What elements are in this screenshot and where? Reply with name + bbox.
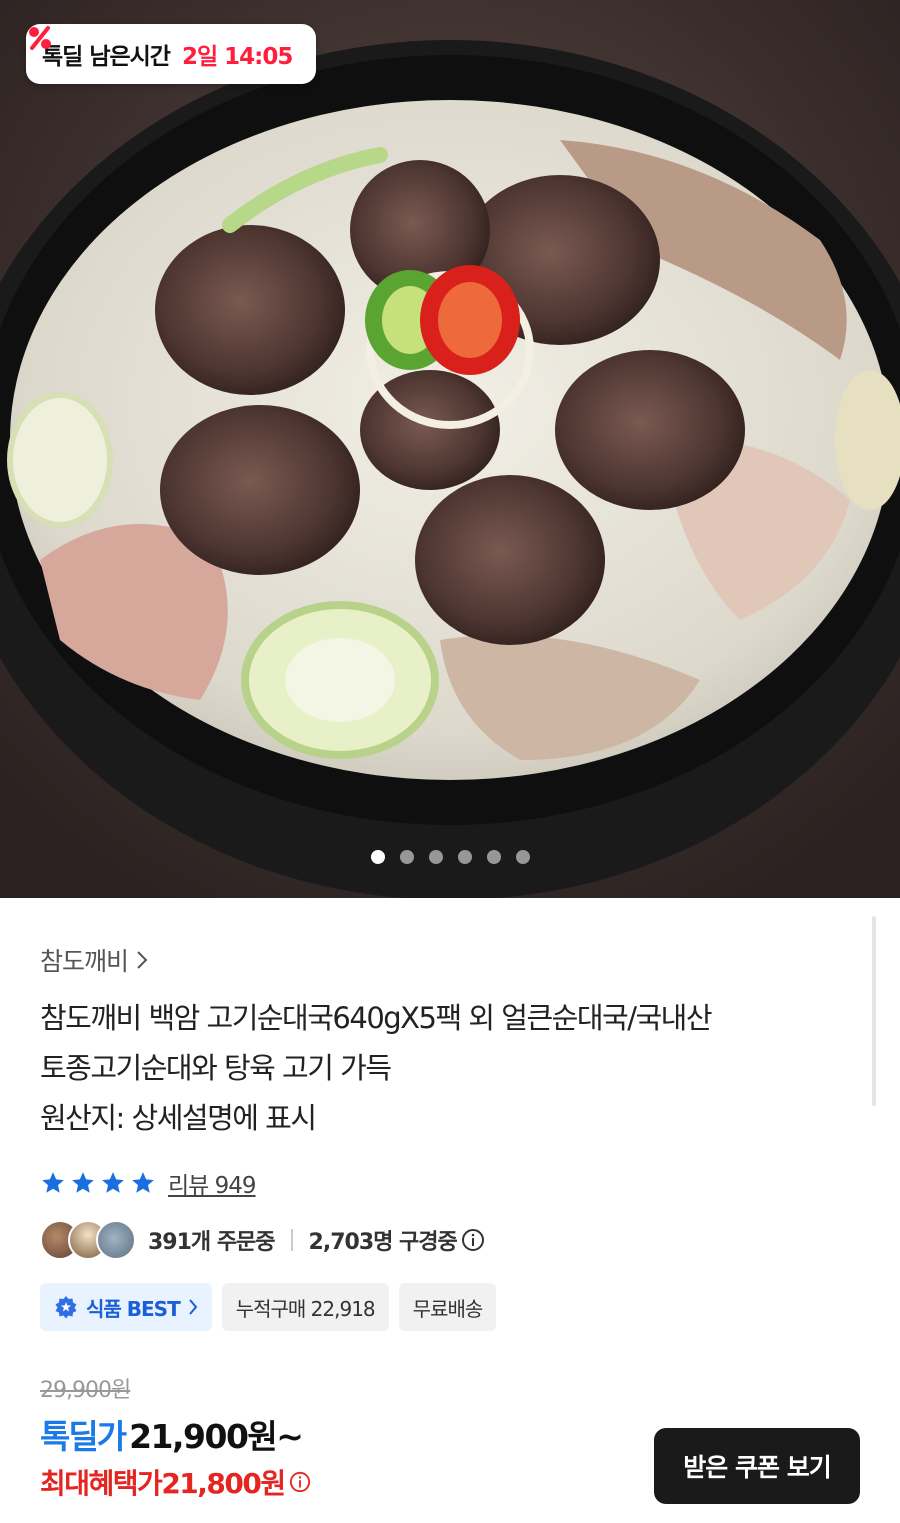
star-icon xyxy=(72,1172,94,1193)
product-badges: 식품 BEST 누적구매 22,918 무료배송 xyxy=(40,1283,497,1331)
scrollbar[interactable] xyxy=(872,916,876,1106)
chevron-right-icon xyxy=(188,1299,198,1315)
info-icon[interactable] xyxy=(461,1228,485,1252)
cumulative-purchase-chip: 누적구매 22,918 xyxy=(221,1283,389,1331)
divider xyxy=(290,1229,293,1251)
carousel-indicator xyxy=(0,850,900,864)
product-photo xyxy=(0,0,900,898)
rating-row: 리뷰 949 xyxy=(40,1166,257,1200)
timer-value: 2일 14:05 xyxy=(181,44,293,70)
max-benefit-label: 최대혜택가 xyxy=(40,1467,163,1500)
cumulative-purchase-label: 누적구매 22,918 xyxy=(235,1296,376,1321)
deal-price-row: 톡딜가 21,900원~ xyxy=(40,1410,304,1458)
carousel-dot[interactable] xyxy=(399,850,414,864)
title-line: 참도깨비 백암 고기순대국640gX5팩 외 얼큰순대국/국내산 xyxy=(40,1001,713,1035)
buyer-avatars xyxy=(40,1220,140,1260)
carousel-dot[interactable] xyxy=(370,850,385,864)
title-line: 원산지: 상세설명에 표시 xyxy=(40,1101,317,1135)
food-best-chip[interactable]: 식품 BEST xyxy=(40,1283,212,1331)
carousel-dot[interactable] xyxy=(515,850,530,864)
percent-icon xyxy=(29,26,51,50)
carousel-dot[interactable] xyxy=(457,850,472,864)
social-proof-row: 391개 주문중 2,703명 구경중 xyxy=(40,1220,485,1260)
browsing-count: 2,703명 구경중 xyxy=(308,1230,458,1255)
review-count-link[interactable]: 리뷰 949 xyxy=(168,1166,257,1200)
food-best-label: 식품 BEST xyxy=(86,1296,181,1321)
brand-link[interactable]: 참도깨비 xyxy=(40,942,148,978)
timer-label: 톡딜 남은시간 xyxy=(42,44,171,70)
badge-star-icon xyxy=(55,1296,77,1319)
avatar xyxy=(96,1220,136,1260)
chevron-right-icon xyxy=(137,951,148,969)
free-shipping-chip: 무료배송 xyxy=(398,1283,497,1331)
star-icon xyxy=(132,1172,154,1193)
original-price: 29,900원 xyxy=(40,1378,131,1403)
carousel-dot[interactable] xyxy=(486,850,501,864)
orders-count: 391개 주문중 xyxy=(148,1230,276,1255)
deal-timer-badge: 톡딜 남은시간 2일 14:05 xyxy=(26,24,317,84)
star-icon xyxy=(42,1172,64,1193)
product-title: 참도깨비 백암 고기순대국640gX5팩 외 얼큰순대국/국내산 토종고기순대와… xyxy=(40,993,870,1143)
brand-name: 참도깨비 xyxy=(40,947,129,976)
info-icon[interactable] xyxy=(289,1471,311,1493)
title-line: 토종고기순대와 탕육 고기 가득 xyxy=(40,1051,392,1085)
deal-price-label: 톡딜가 xyxy=(40,1417,127,1456)
max-benefit-row: 최대혜택가 21,800원 xyxy=(40,1462,311,1502)
carousel-dot[interactable] xyxy=(428,850,443,864)
product-image-carousel[interactable]: 톡딜 남은시간 2일 14:05 xyxy=(0,0,900,898)
star-icon xyxy=(102,1172,124,1193)
view-coupons-button[interactable]: 받은 쿠폰 보기 xyxy=(654,1428,860,1504)
max-benefit-price: 21,800원 xyxy=(161,1467,286,1500)
deal-price-value: 21,900원~ xyxy=(129,1417,304,1456)
free-shipping-label: 무료배송 xyxy=(412,1296,484,1321)
